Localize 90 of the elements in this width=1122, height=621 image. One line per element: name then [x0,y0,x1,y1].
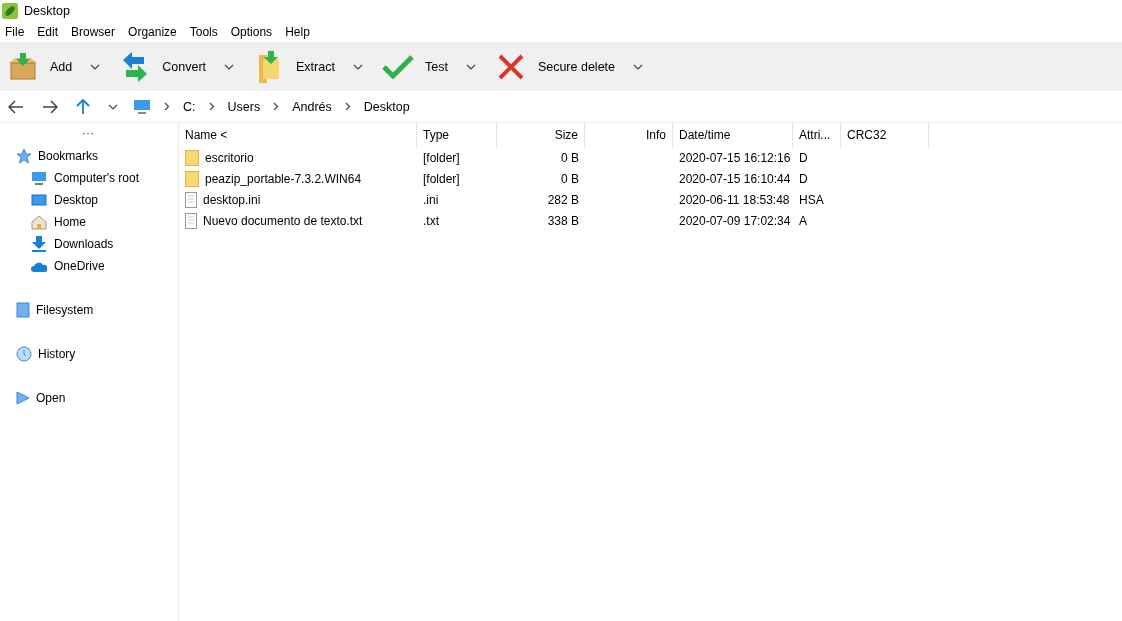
menu-item[interactable]: Help [285,25,310,39]
column-header[interactable]: Size [497,123,585,147]
file-name[interactable]: peazip_portable-7.3.2.WIN64 [205,171,362,186]
document-icon [185,212,197,229]
column-header[interactable]: Name < [179,123,417,147]
table-cell-text: D [798,150,809,165]
download-icon [31,236,47,252]
table-cell-text: .ini [422,192,440,207]
breadcrumb-item[interactable]: C: [183,99,196,114]
breadcrumb-item[interactable]: Desktop [363,99,410,114]
menu-item[interactable]: Options [230,25,273,39]
forward-arrow-icon [42,99,58,114]
table-cell-text: A [798,213,808,228]
caret-icon [352,63,363,70]
file-name[interactable]: Nuevo documento de texto.txt [203,213,363,228]
file-name[interactable]: escritorio [205,150,254,165]
sidebar-section[interactable]: History [0,343,178,365]
table-cell-text: 0 B [560,171,580,186]
column-header[interactable]: Date/time [673,123,793,147]
home-icon [31,214,47,230]
menu-item[interactable]: Tools [189,25,218,39]
table-cell-text: .txt [422,213,440,228]
menu-item[interactable]: Browser [71,25,116,39]
drive-icon [16,302,30,318]
caret-icon [90,63,101,70]
sidebar-section[interactable]: Open [0,387,178,409]
arrows-icon [121,51,150,82]
breadcrumb-item[interactable]: Andrés [292,99,332,114]
app-logo-icon [2,3,18,19]
table-cell-text: [folder] [422,150,461,165]
menu-item[interactable]: Organize [128,25,177,39]
table-cell-text: 0 B [560,150,580,165]
menu-item[interactable]: File [5,25,25,39]
document-icon [185,191,197,208]
chevron-icon [344,102,351,111]
caret-icon [224,63,235,70]
back-button[interactable] [6,97,26,116]
column-header[interactable]: Type [417,123,497,147]
caret-icon [465,63,476,70]
sidebar-item[interactable]: Desktop [0,189,178,211]
cloud-icon [31,260,47,272]
sidebar-item[interactable]: OneDrive [0,255,178,277]
toolbar-button[interactable]: Convert [118,51,207,82]
column-header[interactable]: Info [585,123,673,147]
toolbar-button[interactable]: Test [380,54,448,79]
table-cell-text: D [798,171,809,186]
up-arrow-icon [76,98,90,115]
chevron-icon [164,102,170,111]
sidebar-item[interactable]: Computer's root [0,167,178,189]
table-cell-text: 2020-06-11 18:53:48 [678,192,791,207]
sidebar-item[interactable]: Downloads [0,233,178,255]
forward-button[interactable] [40,97,60,116]
star-icon [16,148,32,164]
sidebar-section[interactable]: Bookmarks [0,145,178,167]
table-cell-text: 338 B [546,213,580,228]
monitor-icon [31,170,47,186]
sidebar-item[interactable]: Home [0,211,178,233]
clock-icon [16,346,32,362]
chevron-icon [208,102,215,111]
monitor-icon [133,98,151,115]
window-title: Desktop [24,4,70,18]
check-icon [381,54,414,79]
table-cell-text: 2020-07-15 16:10:44 [678,171,792,186]
caret-icon [108,103,118,110]
folder-icon [185,170,199,187]
toolbar-button[interactable]: Add [6,52,73,81]
column-header[interactable]: Attri... [793,123,841,147]
table-cell-text: 2020-07-09 17:02:34 [678,213,792,228]
column-header[interactable]: CRC32 [841,123,929,147]
x-icon [497,53,524,80]
table-cell-text: HSA [798,192,825,207]
caret-icon [633,63,643,70]
desktop-icon [31,193,47,207]
table-cell-text: 2020-07-15 16:12:16 [678,150,792,165]
back-arrow-icon [8,99,24,114]
chevron-icon [273,102,280,111]
file-name[interactable]: desktop.ini [203,192,261,207]
table-cell-text: 282 B [546,192,580,207]
folder-icon [185,149,199,166]
play-icon [16,391,30,405]
folder-icon [257,50,282,83]
sidebar-section[interactable]: Filesystem [0,299,178,321]
box-icon [7,52,39,81]
breadcrumb-item[interactable]: Users [227,99,261,114]
more-button[interactable]: ··· [0,125,176,145]
table-cell-text: [folder] [422,171,461,186]
up-button[interactable] [74,96,92,117]
toolbar-button[interactable]: Secure delete [493,53,615,80]
toolbar-button[interactable]: Extract [252,50,335,83]
menu-item[interactable]: Edit [37,25,59,39]
